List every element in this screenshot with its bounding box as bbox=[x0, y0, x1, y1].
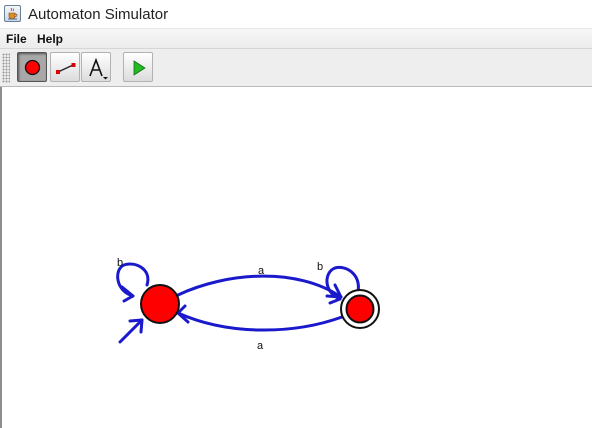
state-q1[interactable] bbox=[340, 289, 380, 329]
green-play-icon bbox=[133, 60, 146, 76]
state-q0[interactable] bbox=[140, 284, 180, 324]
label-q1-q0: a bbox=[257, 340, 264, 352]
java-cup-icon[interactable] bbox=[4, 5, 21, 22]
menu-help[interactable]: Help bbox=[37, 32, 63, 46]
transition-line-icon bbox=[56, 63, 76, 74]
menu-bar: File Help bbox=[0, 29, 592, 49]
label-q0-q0: b bbox=[117, 257, 123, 269]
toolbar bbox=[0, 49, 592, 87]
run-tool-button[interactable] bbox=[123, 52, 153, 82]
title-bar: Automaton Simulator bbox=[0, 0, 592, 29]
text-a-icon bbox=[89, 57, 108, 80]
state-tool-button[interactable] bbox=[17, 52, 47, 82]
transition-q0-q1 bbox=[176, 274, 343, 299]
label-q0-q1: a bbox=[258, 265, 265, 277]
initial-arrow bbox=[118, 318, 144, 344]
transition-tool-button[interactable] bbox=[50, 52, 80, 82]
label-q1-q1: b bbox=[317, 261, 323, 273]
automaton-diagram: b a a b bbox=[116, 257, 380, 352]
red-circle-icon bbox=[24, 59, 41, 76]
menu-file[interactable]: File bbox=[6, 32, 27, 46]
toolbar-grip[interactable] bbox=[2, 53, 10, 83]
automaton-canvas[interactable]: b a a b bbox=[0, 87, 592, 428]
window-title: Automaton Simulator bbox=[28, 6, 169, 23]
text-tool-button[interactable] bbox=[81, 52, 111, 82]
transition-q1-q0 bbox=[176, 311, 344, 332]
